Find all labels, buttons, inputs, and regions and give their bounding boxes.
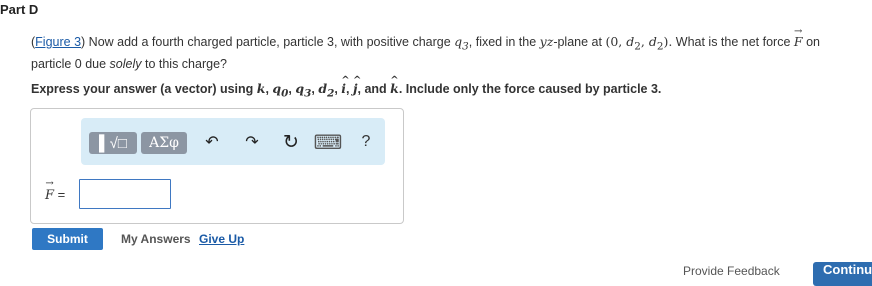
math-toolbar: ▌√□ ΑΣφ ↶ ↷ ↻ ⌨ ? [81,118,385,165]
coords-close: ). [663,34,673,49]
answer-input[interactable] [79,179,171,209]
instruction-segment: Express your answer (a vector) using [31,82,257,96]
answer-panel: ▌√□ ΑΣφ ↶ ↷ ↻ ⌨ ? F = [30,108,404,224]
answer-instruction: Express your answer (a vector) using k, … [31,72,861,103]
greek-icon: ΑΣφ [149,135,179,151]
question-segment: , fixed in the [468,35,540,49]
coordinates: (0, d2, d2). [605,34,673,53]
charge-symbol: q3 [454,34,469,53]
unit-j-hat: j [353,72,358,97]
var-q0: q0 [272,81,288,100]
templates-button[interactable]: ▌√□ [89,132,137,154]
answer-equals: = [54,187,66,202]
solely-emphasis: solely [109,56,142,71]
question-text: (Figure 3) Now add a fourth charged part… [31,23,861,73]
d-letter: d [318,81,328,96]
question-segment: ) Now add a fourth charged particle, par… [81,35,455,49]
keyboard-icon[interactable]: ⌨ [314,131,343,154]
coord-d: d [648,34,657,49]
answer-force-symbol: F [45,178,54,203]
question-segment: to this charge? [141,56,227,71]
figure-link[interactable]: Figure 3 [35,35,81,49]
continue-button[interactable]: Continue [813,262,872,286]
coord-d-sub: 2 [634,40,641,53]
charge-letter: q [454,34,463,49]
charge-subscript: 3 [462,40,469,53]
coord-comma: , [640,34,649,49]
question-segment: -plane at [553,35,606,49]
var-q3: q3 [295,81,311,100]
unit-i-hat: i [341,72,346,97]
give-up-link[interactable]: Give Up [199,232,244,246]
var-d2: d2 [318,81,334,100]
provide-feedback-link[interactable]: Provide Feedback [683,264,780,278]
unit-k-hat: k [390,72,399,97]
help-icon[interactable]: ? [355,131,377,153]
reset-icon[interactable]: ↻ [280,131,302,153]
sep: , [334,82,342,96]
and: , and [357,82,391,96]
my-answers-label: My Answers [121,232,191,246]
plane-symbol: yz [539,34,554,49]
force-vector-symbol: F [794,23,803,50]
part-title: Part D [0,2,39,17]
templates-icon: ▌√□ [99,134,127,152]
redo-icon[interactable]: ↷ [241,131,263,153]
coords-open: (0, [605,34,627,49]
submit-button[interactable]: Submit [32,228,103,250]
q-letter: q [272,81,282,96]
question-segment: What is the net force [672,35,794,49]
instruction-segment: . Include only the force caused by parti… [398,82,662,96]
undo-icon[interactable]: ↶ [201,131,223,153]
greek-symbols-button[interactable]: ΑΣφ [141,132,187,154]
q-letter: q [295,81,305,96]
answer-label: F = [45,178,66,203]
